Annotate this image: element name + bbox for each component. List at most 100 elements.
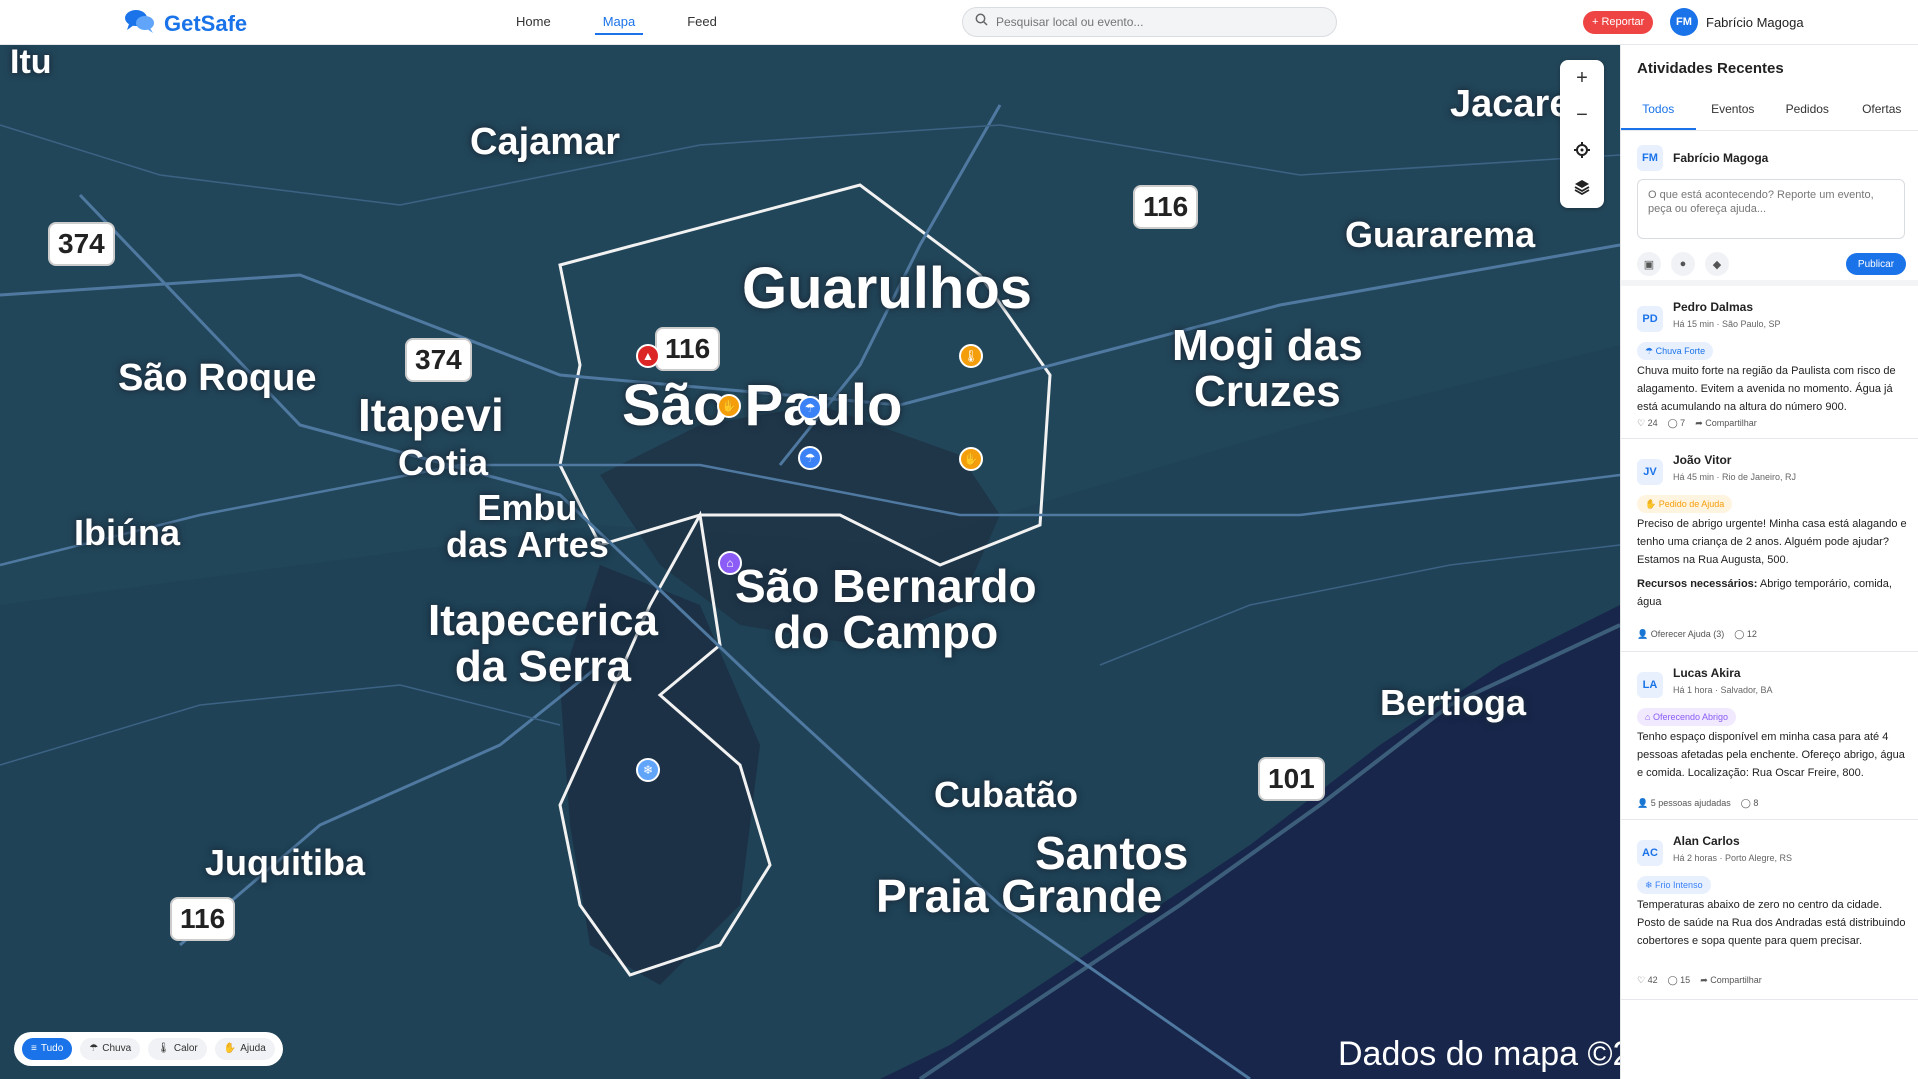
shelter-marker[interactable]: ⌂ [718, 551, 742, 575]
share-icon: ➦ [1700, 975, 1711, 985]
filter-ajuda[interactable]: ✋ Ajuda [214, 1038, 275, 1060]
rain-icon: ☂ [89, 1043, 99, 1054]
activity-post[interactable]: AC Alan Carlos Há 2 horas · Porto Alegre,… [1621, 820, 1918, 1000]
help-marker[interactable]: ✋ [717, 394, 741, 418]
share-button[interactable]: ➦ Compartilhar [1700, 975, 1762, 986]
search-input[interactable] [996, 15, 1316, 29]
event-tag: ✋ Pedido de Ajuda [1637, 495, 1733, 513]
highway-shield: 116 [170, 897, 236, 941]
rain-marker[interactable]: ☂ [798, 396, 822, 420]
post-author[interactable]: Lucas Akira [1673, 666, 1773, 680]
share-button[interactable]: ➦ Compartilhar [1695, 418, 1757, 429]
avatar: FM [1670, 8, 1698, 36]
heat-marker[interactable]: 🌡 [959, 344, 983, 368]
help-marker[interactable]: ✋ [959, 447, 983, 471]
comment-button[interactable]: ◯ 7 [1668, 418, 1686, 429]
comment-button[interactable]: ◯ 15 [1668, 975, 1691, 986]
rain-icon: ☂ [1645, 346, 1656, 356]
tag-button[interactable]: ◆ [1705, 252, 1729, 276]
composer-tools: ▣ ● ◆ [1637, 252, 1729, 276]
highway-shield: 101 [1258, 757, 1325, 801]
hand-icon: ✋ [1645, 499, 1659, 509]
post-author[interactable]: Alan Carlos [1673, 834, 1792, 848]
post-header: AC Alan Carlos Há 2 horas · Porto Alegre,… [1637, 834, 1792, 866]
city-label: Juquitiba [205, 842, 365, 883]
like-count: 42 [1647, 975, 1658, 985]
comment-icon: ◯ [1667, 975, 1681, 985]
filter-calor[interactable]: 🌡 Calor [148, 1038, 207, 1060]
tab-pedidos[interactable]: Pedidos [1770, 88, 1845, 130]
post-actions: ♡ 24 ◯ 7 ➦ Compartilhar [1637, 418, 1757, 429]
comment-icon: ◯ [1740, 798, 1754, 808]
snowflake-icon: ❄ [642, 763, 654, 777]
activity-post[interactable]: LA Lucas Akira Há 1 hora · Salvador, BA ⌂… [1621, 652, 1918, 820]
tag-label: Chuva Forte [1655, 346, 1706, 356]
highway-shield: 374 [405, 338, 472, 382]
heart-icon: ♡ [1637, 975, 1648, 985]
activity-post[interactable]: JV João Vitor Há 45 min · Rio de Janeiro,… [1621, 439, 1918, 652]
post-header: PD Pedro Dalmas Há 15 min · São Paulo, SP [1637, 300, 1781, 332]
map-attribution: Dados do mapa ©2 [1338, 1035, 1620, 1073]
cold-marker[interactable]: ❄ [636, 758, 660, 782]
tag-label: Frio Intenso [1655, 880, 1703, 890]
avatar: FM [1637, 145, 1663, 171]
search-bar[interactable] [962, 7, 1337, 37]
like-button[interactable]: ♡ 24 [1637, 418, 1658, 429]
highway-shield: 374 [48, 222, 115, 266]
activity-post[interactable]: PD Pedro Dalmas Há 15 min · São Paulo, SP… [1621, 286, 1918, 439]
nav-mapa[interactable]: Mapa [577, 0, 662, 45]
zoom-out-button[interactable]: − [1560, 97, 1604, 134]
comment-button[interactable]: ◯ 12 [1734, 629, 1757, 640]
comment-icon: ◯ [1734, 629, 1747, 639]
hand-icon: ✋ [721, 399, 737, 413]
logo[interactable]: GetSafe [124, 8, 247, 39]
home-icon: ⌂ [1645, 712, 1653, 722]
thermometer-icon: 🌡 [157, 1043, 170, 1054]
city-label: São Paulo [622, 373, 903, 438]
image-button[interactable]: ▣ [1637, 252, 1661, 276]
filter-chuva[interactable]: ☂ Chuva [80, 1038, 141, 1060]
nav-home[interactable]: Home [490, 0, 577, 45]
zoom-in-button[interactable]: + [1560, 60, 1604, 97]
filter-label: Tudo [40, 1043, 64, 1054]
map-view[interactable]: Itu Cajamar Jacare Guararema Guarulhos M… [0, 45, 1620, 1079]
highway-shield: 116 [655, 327, 721, 371]
thermometer-icon: 🌡 [963, 349, 979, 363]
locate-button[interactable] [1560, 134, 1604, 171]
offer-help-button[interactable]: 👤 Oferecer Ajuda (3) [1637, 629, 1724, 640]
share-label: Compartilhar [1705, 418, 1757, 428]
avatar: JV [1637, 459, 1663, 485]
tab-todos[interactable]: Todos [1621, 88, 1696, 130]
user-menu[interactable]: FM Fabrício Magoga [1670, 8, 1804, 36]
sidebar-title: Atividades Recentes [1637, 60, 1784, 77]
city-label: Cajamar [470, 121, 620, 163]
app-name: GetSafe [164, 10, 248, 36]
post-author[interactable]: João Vitor [1673, 453, 1796, 467]
nav-feed[interactable]: Feed [661, 0, 743, 45]
comment-button[interactable]: ◯ 8 [1741, 798, 1759, 809]
location-button[interactable]: ● [1671, 252, 1695, 276]
publish-button[interactable]: Publicar [1846, 253, 1906, 275]
report-button[interactable]: + Reportar [1583, 11, 1654, 34]
city-label: São Bernardo do Campo [735, 560, 1037, 658]
map-controls: + − [1560, 60, 1604, 208]
avatar: LA [1637, 672, 1663, 698]
alert-marker[interactable]: ▲ [636, 344, 660, 368]
rain-marker[interactable]: ☂ [798, 446, 822, 470]
city-label: Guararema [1345, 214, 1536, 255]
post-author[interactable]: Pedro Dalmas [1673, 300, 1781, 314]
activity-sidebar: Atividades Recentes Todos Eventos Pedido… [1620, 45, 1918, 1079]
city-label: São Roque [118, 357, 317, 399]
tab-ofertas[interactable]: Ofertas [1845, 88, 1918, 130]
avatar: AC [1637, 840, 1663, 866]
like-button[interactable]: ♡ 42 [1637, 975, 1658, 986]
post-textarea[interactable]: O que está acontecendo? Reporte um event… [1637, 179, 1905, 239]
filter-tudo[interactable]: ≡ Tudo [22, 1038, 73, 1060]
composer-user: FM Fabrício Magoga [1637, 145, 1768, 171]
rain-icon: ☂ [804, 451, 816, 465]
activity-tabs: Todos Eventos Pedidos Ofertas [1621, 88, 1918, 131]
tab-eventos[interactable]: Eventos [1696, 88, 1771, 130]
layers-button[interactable] [1560, 171, 1604, 208]
snowflake-icon: ❄ [1645, 880, 1656, 890]
post-text: Preciso de abrigo urgente! Minha casa es… [1637, 518, 1907, 566]
